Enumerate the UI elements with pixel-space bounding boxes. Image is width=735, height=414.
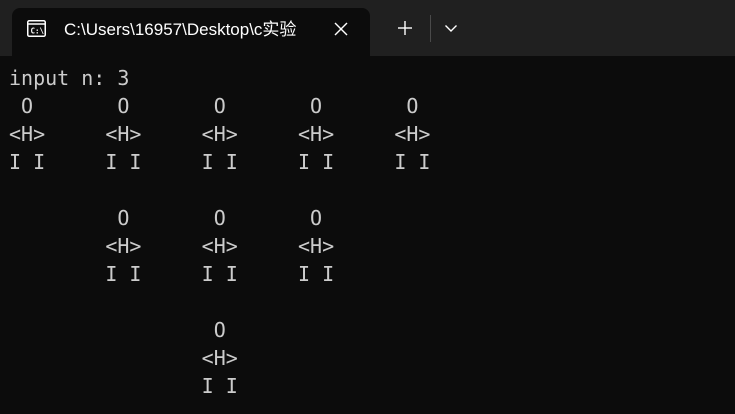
titlebar-divider <box>430 15 431 42</box>
terminal-line: I I I I I I I I I I <box>9 150 431 174</box>
terminal-line: <H> <box>9 346 238 370</box>
tab-title: C:\Users\16957\Desktop\c实验 <box>64 20 297 39</box>
terminal-line: O O O O O <box>9 94 419 118</box>
chevron-down-icon <box>445 25 457 32</box>
tab-terminal[interactable]: C:\ C:\Users\16957\Desktop\c实验 <box>12 8 370 56</box>
terminal-line: O O O <box>9 206 323 230</box>
terminal-icon: C:\ <box>27 20 46 37</box>
terminal-output[interactable]: input n: 3 O O O O O <H> <H> <H> <H> <H> I… <box>9 64 430 400</box>
plus-icon <box>398 21 412 35</box>
profile-dropdown-button[interactable] <box>436 12 466 44</box>
terminal-window: C:\ C:\Users\16957\Desktop\c实验 input n: … <box>0 0 735 414</box>
terminal-line: O <box>9 318 226 342</box>
close-tab-button[interactable] <box>330 18 352 40</box>
title-bar: C:\ C:\Users\16957\Desktop\c实验 <box>0 0 735 56</box>
terminal-line: input n: 3 <box>9 66 130 90</box>
terminal-line: <H> <H> <H> <box>9 234 335 258</box>
terminal-line: <H> <H> <H> <H> <H> <box>9 122 431 146</box>
new-tab-button[interactable] <box>386 12 424 44</box>
terminal-line: I I <box>9 374 238 398</box>
svg-text:C:\: C:\ <box>31 27 45 36</box>
terminal-line: I I I I I I <box>9 262 335 286</box>
close-icon <box>334 22 348 36</box>
